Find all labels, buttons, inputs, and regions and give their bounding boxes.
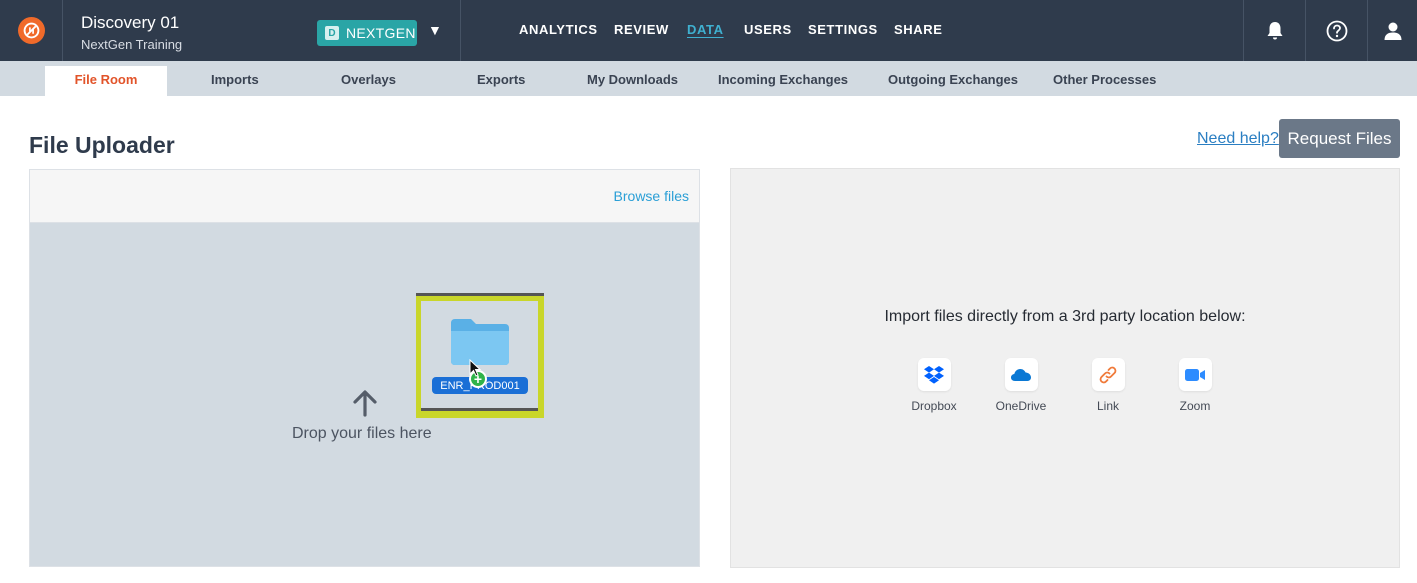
nav-data[interactable]: DATA bbox=[687, 22, 724, 37]
onedrive-label: OneDrive bbox=[995, 399, 1047, 413]
tab-my-downloads[interactable]: My Downloads bbox=[587, 72, 678, 87]
import-source-link[interactable]: Link bbox=[1068, 358, 1148, 413]
zoom-label: Zoom bbox=[1179, 399, 1211, 413]
bell-icon bbox=[1267, 21, 1283, 39]
header-divider bbox=[460, 0, 461, 61]
uploader-header: Browse files bbox=[30, 170, 699, 223]
notifications-button[interactable] bbox=[1245, 0, 1305, 61]
zoom-icon bbox=[1178, 358, 1212, 391]
import-source-zoom[interactable]: Zoom bbox=[1155, 358, 1235, 413]
workspace-letter: D bbox=[325, 26, 339, 40]
help-icon bbox=[1326, 20, 1348, 41]
tab-imports[interactable]: Imports bbox=[211, 72, 259, 87]
tab-exports[interactable]: Exports bbox=[477, 72, 525, 87]
browse-files-link[interactable]: Browse files bbox=[614, 188, 689, 204]
file-drop-zone[interactable]: Browse files Drop your files here ENR_PR… bbox=[29, 169, 700, 567]
page-title: File Uploader bbox=[29, 132, 175, 158]
import-source-dropbox[interactable]: Dropbox bbox=[894, 358, 974, 413]
link-icon bbox=[1091, 358, 1125, 391]
header-divider bbox=[1243, 0, 1244, 61]
logo-icon bbox=[23, 22, 40, 39]
nav-share[interactable]: SHARE bbox=[894, 22, 943, 37]
dragged-folder-highlight[interactable]: ENR_PROD001 + bbox=[416, 293, 544, 418]
tab-other-processes[interactable]: Other Processes bbox=[1053, 72, 1156, 87]
import-source-onedrive[interactable]: OneDrive bbox=[981, 358, 1061, 413]
dropbox-label: Dropbox bbox=[911, 399, 957, 413]
dragged-folder: ENR_PROD001 + bbox=[421, 301, 538, 409]
upload-arrow-icon bbox=[353, 390, 377, 417]
header-divider bbox=[1305, 0, 1306, 61]
top-header: Discovery 01 NextGen Training D NEXTGEN … bbox=[0, 0, 1417, 61]
sub-navigation: File Room Imports Overlays Exports My Do… bbox=[0, 61, 1417, 97]
need-help-link[interactable]: Need help? bbox=[1197, 130, 1279, 148]
import-prompt: Import files directly from a 3rd party l… bbox=[884, 308, 1246, 325]
workspace-name: NEXTGEN bbox=[346, 25, 416, 41]
link-label: Link bbox=[1096, 399, 1119, 413]
tab-file-room[interactable]: File Room bbox=[45, 66, 167, 97]
case-title[interactable]: Discovery 01 bbox=[81, 13, 179, 33]
mouse-cursor-icon bbox=[469, 359, 481, 377]
nav-analytics[interactable]: ANALYTICS bbox=[519, 22, 598, 37]
help-button[interactable] bbox=[1307, 0, 1367, 61]
user-menu-button[interactable] bbox=[1369, 0, 1417, 61]
workspace-dropdown-caret[interactable]: ▼ bbox=[428, 22, 442, 38]
nav-settings[interactable]: SETTINGS bbox=[808, 22, 878, 37]
nav-users[interactable]: USERS bbox=[744, 22, 792, 37]
header-divider bbox=[62, 0, 63, 61]
tab-incoming-exchanges[interactable]: Incoming Exchanges bbox=[718, 72, 848, 87]
onedrive-icon bbox=[1004, 358, 1038, 391]
nav-review[interactable]: REVIEW bbox=[614, 22, 669, 37]
case-subtitle: NextGen Training bbox=[81, 37, 183, 52]
app-logo[interactable] bbox=[18, 17, 45, 44]
user-icon bbox=[1384, 22, 1402, 40]
header-divider bbox=[1367, 0, 1368, 61]
drag-box-bottom-edge bbox=[421, 408, 538, 411]
request-files-button[interactable]: Request Files bbox=[1279, 119, 1400, 158]
dropbox-icon bbox=[917, 358, 951, 391]
third-party-import-panel: Import files directly from a 3rd party l… bbox=[730, 168, 1400, 568]
drop-files-text: Drop your files here bbox=[292, 425, 432, 442]
tab-overlays[interactable]: Overlays bbox=[341, 72, 396, 87]
workspace-badge[interactable]: D NEXTGEN bbox=[317, 20, 417, 46]
tab-outgoing-exchanges[interactable]: Outgoing Exchanges bbox=[888, 72, 1018, 87]
